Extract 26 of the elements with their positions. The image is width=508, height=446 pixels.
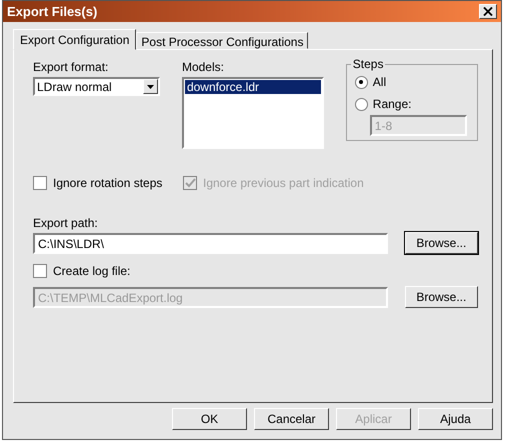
dialog-button[interactable]: OK <box>172 408 247 430</box>
checkbox-label: Ignore previous part indication <box>203 176 364 190</box>
dropdown-button[interactable] <box>143 79 158 94</box>
list-item[interactable]: downforce.ldr <box>184 80 321 94</box>
field-label: Export path: <box>33 216 99 230</box>
group-title: Steps <box>352 57 384 71</box>
checkbox-label: Ignore rotation steps <box>53 176 162 190</box>
tab[interactable]: Export Configuration <box>13 29 136 50</box>
caret-icon <box>147 84 154 88</box>
field-label: Models: <box>182 60 225 74</box>
close-button[interactable] <box>479 4 497 19</box>
dialog-button[interactable]: Ajuda <box>418 408 493 430</box>
tab[interactable]: Post Processor Configurations <box>136 32 308 49</box>
dialog-button[interactable]: Cancelar <box>254 408 329 430</box>
checkbox[interactable] <box>33 176 47 190</box>
path-field[interactable]: C:\INS\LDR\ <box>33 232 388 254</box>
radio-label: Range: <box>372 97 412 111</box>
window-title: Export Files(s) <box>7 4 98 19</box>
checkbox-label: Create log file: <box>53 264 130 278</box>
browse-button[interactable]: Browse... <box>404 232 478 254</box>
field-label: Export format: <box>33 60 110 74</box>
radio-label: All <box>372 75 386 89</box>
radio-button[interactable] <box>354 76 368 88</box>
close-icon <box>483 7 493 16</box>
format-dropdown[interactable]: LDraw normal <box>33 77 160 96</box>
radio-button[interactable] <box>354 98 368 110</box>
